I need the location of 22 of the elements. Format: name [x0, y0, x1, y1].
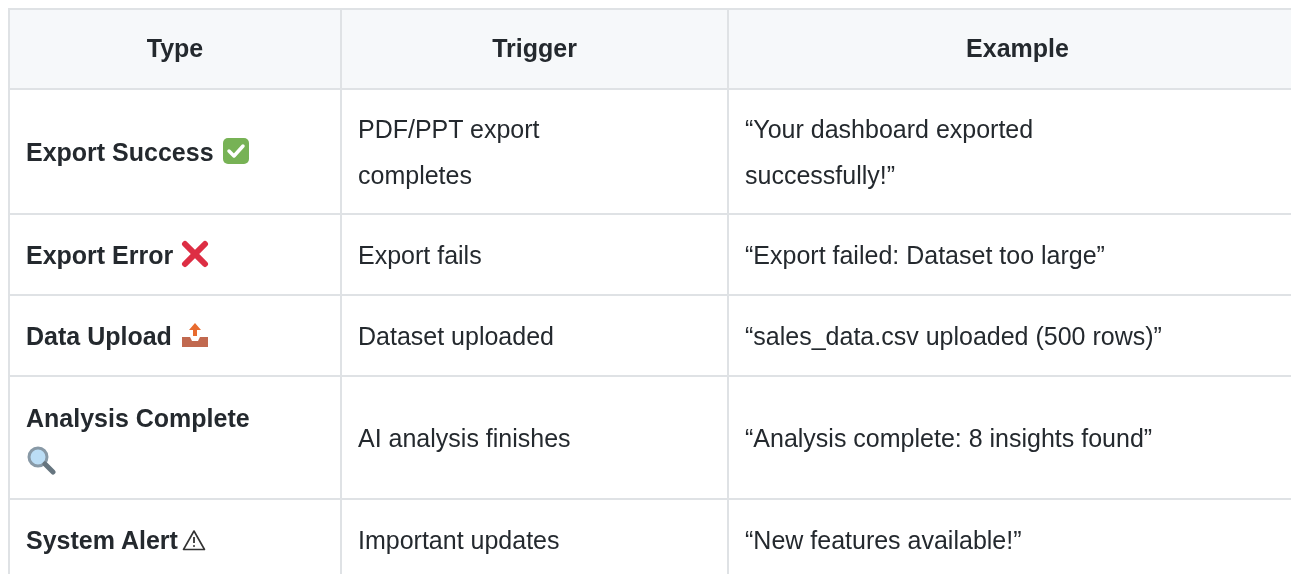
- trigger-text: Dataset uploaded: [358, 320, 555, 352]
- trigger-text: Important updates: [358, 524, 561, 556]
- trigger-text: Export fails: [358, 239, 483, 271]
- column-header: Example: [728, 9, 1291, 89]
- example-text: “Your dashboard exported successfully!”: [745, 113, 1035, 191]
- type-label: Analysis Complete: [26, 403, 250, 432]
- example-text: “Export failed: Dataset too large”: [745, 239, 1106, 271]
- cross-icon: [181, 239, 210, 268]
- example-text: “sales_data.csv uploaded (500 rows)”: [745, 320, 1163, 352]
- search-icon: [26, 444, 56, 475]
- warning-icon: [181, 528, 206, 551]
- trigger-text: PDF/PPT export completes: [358, 113, 541, 191]
- example-text: “Analysis complete: 8 insights found”: [745, 422, 1154, 454]
- trigger-text: AI analysis finishes: [358, 422, 572, 454]
- column-header: Trigger: [341, 9, 728, 89]
- column-header: Type: [9, 9, 341, 89]
- type-label: System Alert: [26, 525, 178, 554]
- type-label: Export Error: [26, 240, 174, 269]
- example-text: “New features available!”: [745, 524, 1023, 556]
- type-label: Export Success: [26, 137, 214, 166]
- type-label: Data Upload: [26, 321, 172, 350]
- check-icon: [221, 136, 250, 165]
